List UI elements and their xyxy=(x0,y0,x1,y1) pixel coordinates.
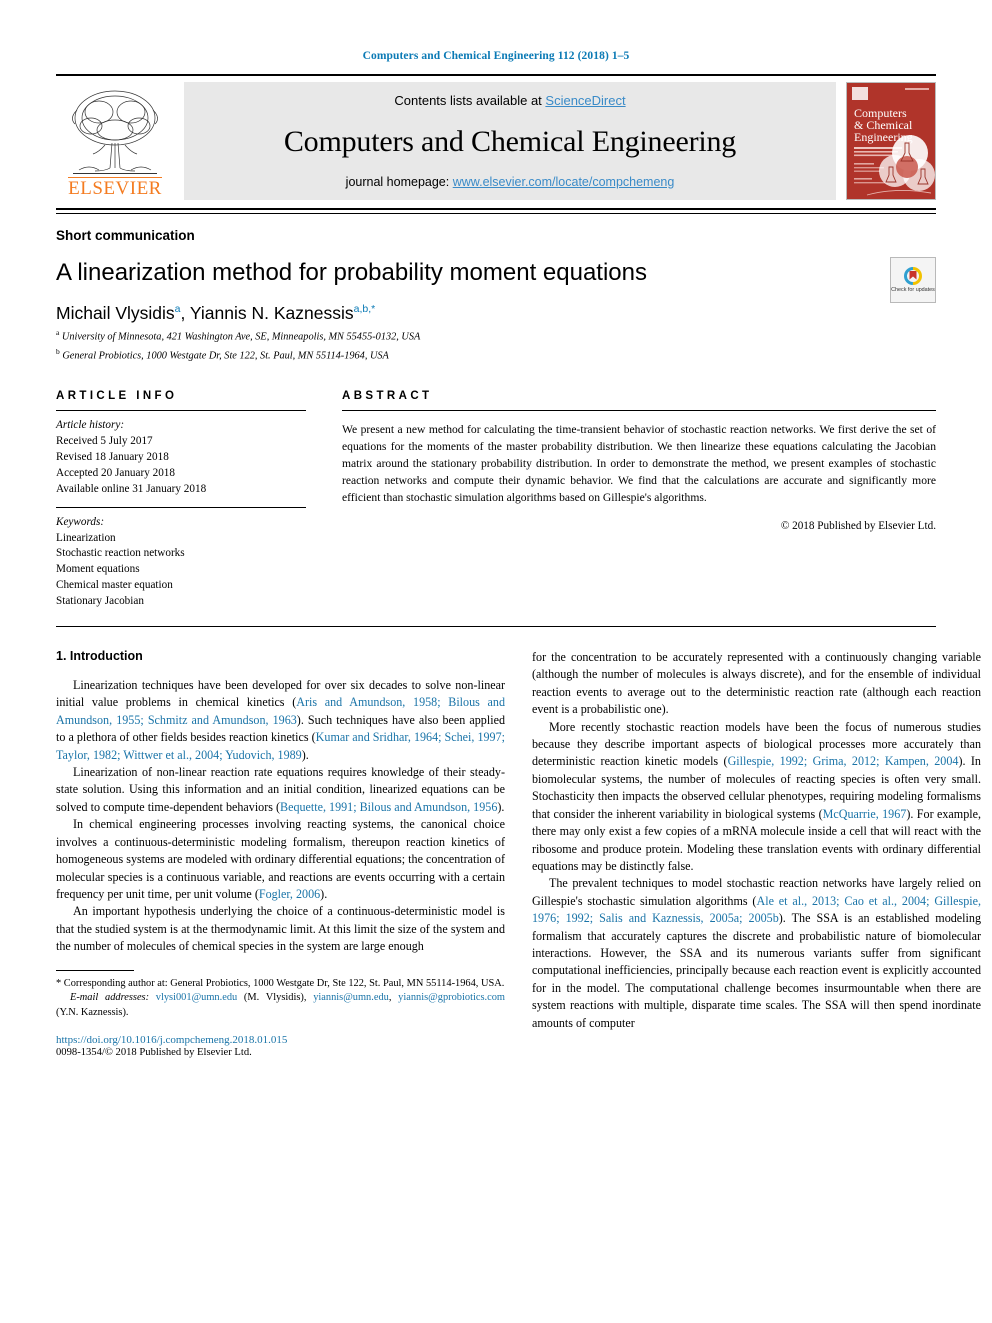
body-column-right: for the concentration to be accurately r… xyxy=(532,649,981,1058)
corresponding-author-footnote: * Corresponding author at: General Probi… xyxy=(56,977,505,989)
affiliation-a: a University of Minnesota, 421 Washingto… xyxy=(56,328,421,343)
paper-page: Computers and Chemical Engineering 112 (… xyxy=(0,0,992,1323)
elsevier-tree-icon xyxy=(72,90,158,175)
running-head: Computers and Chemical Engineering 112 (… xyxy=(362,50,630,62)
keywords-block: Keywords: Linearization Stochastic react… xyxy=(56,515,306,610)
journal-title: Computers and Chemical Engineering xyxy=(283,124,737,158)
keywords-rule xyxy=(56,506,306,508)
history-item: Available online 31 January 2018 xyxy=(56,482,207,495)
masthead-center-panel: Contents lists available at ScienceDirec… xyxy=(184,82,836,200)
paragraph: The prevalent techniques to model stocha… xyxy=(532,876,981,1030)
section-heading-introduction: 1. Introduction xyxy=(56,649,143,664)
paragraph: for the concentration to be accurately r… xyxy=(532,650,981,717)
paragraph: Linearization of non-linear reaction rat… xyxy=(56,765,505,814)
body-columns: 1. Introduction Linearization techniques… xyxy=(56,649,981,1058)
article-history-block: Article history: Received 5 July 2017 Re… xyxy=(56,418,306,498)
cover-artwork: Computers & Chemical Engineering xyxy=(847,83,935,199)
keyword-item: Stationary Jacobian xyxy=(56,595,144,608)
paragraph: In chemical engineering processes involv… xyxy=(56,817,505,901)
paragraph: More recently stochastic reaction models… xyxy=(532,719,981,873)
history-item: Revised 18 January 2018 xyxy=(56,450,169,463)
paragraph: Linearization techniques have been devel… xyxy=(56,678,506,762)
history-item: Received 5 July 2017 xyxy=(56,434,153,447)
article-history-label: Article history: xyxy=(56,419,125,432)
keyword-item: Stochastic reaction networks xyxy=(56,547,185,560)
author-list: Michail Vlysidisa, Yiannis N. Kaznessisa… xyxy=(56,303,376,324)
check-for-updates-icon xyxy=(904,266,922,285)
keyword-item: Chemical master equation xyxy=(56,579,173,592)
title-top-rule-thin xyxy=(56,212,936,214)
abstract-heading: ABSTRACT xyxy=(342,390,433,403)
affiliation-b-text: General Probiotics, 1000 Westgate Dr, St… xyxy=(62,350,389,362)
abstract-rule xyxy=(342,410,936,412)
abstract-copyright: © 2018 Published by Elsevier Ltd. xyxy=(780,520,936,533)
page-title: A linearization method for probability m… xyxy=(56,258,647,286)
journal-masthead: ELSEVIER Contents lists available at Sci… xyxy=(56,82,936,200)
issn-copyright: 0098-1354/© 2018 Published by Elsevier L… xyxy=(56,1046,252,1058)
abstract-text: We present a new method for calculating … xyxy=(342,423,936,505)
homepage-prefix: journal homepage: xyxy=(345,175,453,189)
sciencedirect-link[interactable]: ScienceDirect xyxy=(545,93,625,108)
affiliation-a-text: University of Minnesota, 421 Washington … xyxy=(61,331,421,343)
keywords-label: Keywords: xyxy=(56,515,105,528)
elsevier-logo: ELSEVIER xyxy=(56,82,174,200)
article-category: Short communication xyxy=(56,227,195,243)
paragraph: An important hypothesis underlying the c… xyxy=(56,904,505,954)
article-info-rule xyxy=(56,410,306,412)
article-info-column: ARTICLE INFO Article history: Received 5… xyxy=(56,390,306,610)
journal-homepage-link[interactable]: www.elsevier.com/locate/compchemeng xyxy=(453,175,675,189)
homepage-line: journal homepage: www.elsevier.com/locat… xyxy=(346,175,675,189)
email-footnote: E-mail addresses: vlysi001@umn.edu (M. V… xyxy=(56,992,505,1019)
doi-link[interactable]: https://doi.org/10.1016/j.compchemeng.20… xyxy=(56,1034,505,1046)
elsevier-wordmark: ELSEVIER xyxy=(68,177,162,199)
crossmark-label: Check for updates xyxy=(891,286,935,293)
title-top-rule xyxy=(56,208,936,210)
info-abstract-region: ARTICLE INFO Article history: Received 5… xyxy=(56,390,936,610)
journal-cover-thumbnail: Computers & Chemical Engineering xyxy=(846,82,936,200)
crossmark-badge[interactable]: Check for updates xyxy=(890,256,936,303)
affiliation-b: b General Probiotics, 1000 Westgate Dr, … xyxy=(56,346,389,362)
keyword-item: Linearization xyxy=(56,531,116,544)
contents-prefix: Contents lists available at xyxy=(394,93,546,108)
footnote-separator xyxy=(56,969,134,971)
keyword-item: Moment equations xyxy=(56,563,140,576)
body-column-left: 1. Introduction Linearization techniques… xyxy=(56,649,505,1058)
masthead-top-rule xyxy=(56,74,936,76)
contents-line: Contents lists available at ScienceDirec… xyxy=(394,93,625,108)
abstract-column: ABSTRACT We present a new method for cal… xyxy=(342,390,936,610)
history-item: Accepted 20 January 2018 xyxy=(56,466,175,479)
article-info-heading: ARTICLE INFO xyxy=(56,390,178,403)
abstract-bottom-rule xyxy=(56,626,936,628)
